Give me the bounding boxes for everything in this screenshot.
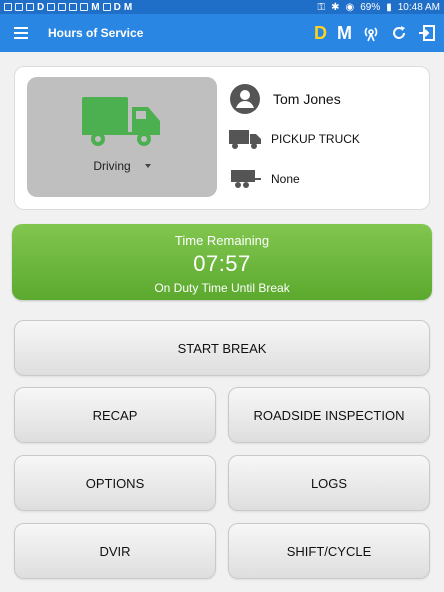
menu-icon (14, 27, 28, 39)
logout-icon[interactable] (418, 24, 436, 42)
trailer-row: None (229, 159, 419, 199)
vpn-key-icon: ⚿ (317, 1, 326, 13)
pickup-truck-icon (229, 130, 261, 149)
recap-button[interactable]: RECAP (14, 387, 216, 443)
notification-letter: D (113, 1, 121, 13)
wifi-icon: ◉ (345, 1, 355, 13)
page-title: Hours of Service (48, 26, 144, 40)
account-icon (230, 84, 260, 114)
clock-text: 10:48 AM (397, 1, 440, 13)
time-remaining-value: 07:57 (193, 251, 251, 276)
options-button[interactable]: OPTIONS (14, 455, 216, 511)
notification-icon (4, 3, 12, 11)
m-status-button[interactable]: M (337, 23, 352, 44)
refresh-icon[interactable] (390, 24, 408, 42)
truck-icon (82, 97, 160, 146)
logs-button[interactable]: LOGS (228, 455, 430, 511)
notification-letter: D (37, 1, 45, 13)
notification-icon (58, 3, 67, 11)
trailer-name: None (271, 172, 300, 186)
menu-button[interactable] (8, 20, 34, 46)
bluetooth-icon: ✱ (331, 1, 340, 13)
system-icons: ⚿ ✱ ◉ 69% ▮ 10:48 AM (317, 2, 440, 13)
driver-row: Tom Jones (229, 79, 419, 119)
dvir-button[interactable]: DVIR (14, 523, 216, 579)
driver-name: Tom Jones (273, 91, 341, 107)
notification-icons: D M D M (4, 2, 132, 13)
d-status-button[interactable]: D (314, 23, 327, 44)
battery-icon: ▮ (386, 1, 392, 13)
notification-letter: M (123, 1, 133, 13)
notification-icon (26, 3, 34, 11)
start-break-button[interactable]: START BREAK (14, 320, 430, 376)
vehicle-row: PICKUP TRUCK (229, 119, 419, 159)
notification-icon (47, 3, 56, 11)
notification-icon (15, 3, 23, 11)
trailer-icon (231, 170, 261, 188)
battery-level: 69% (360, 1, 381, 13)
time-remaining-subtitle: On Duty Time Until Break (154, 281, 290, 295)
roadside-inspection-button[interactable]: ROADSIDE INSPECTION (228, 387, 430, 443)
notification-icon (102, 3, 111, 11)
chevron-down-icon (144, 164, 151, 168)
shift-cycle-button[interactable]: SHIFT/CYCLE (228, 523, 430, 579)
notification-letter: M (91, 1, 100, 13)
duty-status-selector[interactable]: Driving (27, 77, 217, 197)
app-bar: Hours of Service D M (0, 14, 444, 52)
duty-status-label: Driving (93, 159, 131, 173)
time-remaining-card: Time Remaining 07:57 On Duty Time Until … (12, 224, 432, 300)
driver-card: Driving Tom Jones PICKUP TRUCK None (14, 66, 430, 210)
notification-icon (80, 3, 89, 11)
signal-icon[interactable] (362, 24, 380, 42)
time-remaining-title: Time Remaining (174, 233, 270, 248)
vehicle-name: PICKUP TRUCK (271, 132, 360, 146)
system-status-bar: D M D M ⚿ ✱ ◉ 69% ▮ 10:48 AM (0, 0, 444, 14)
notification-icon (69, 3, 78, 11)
